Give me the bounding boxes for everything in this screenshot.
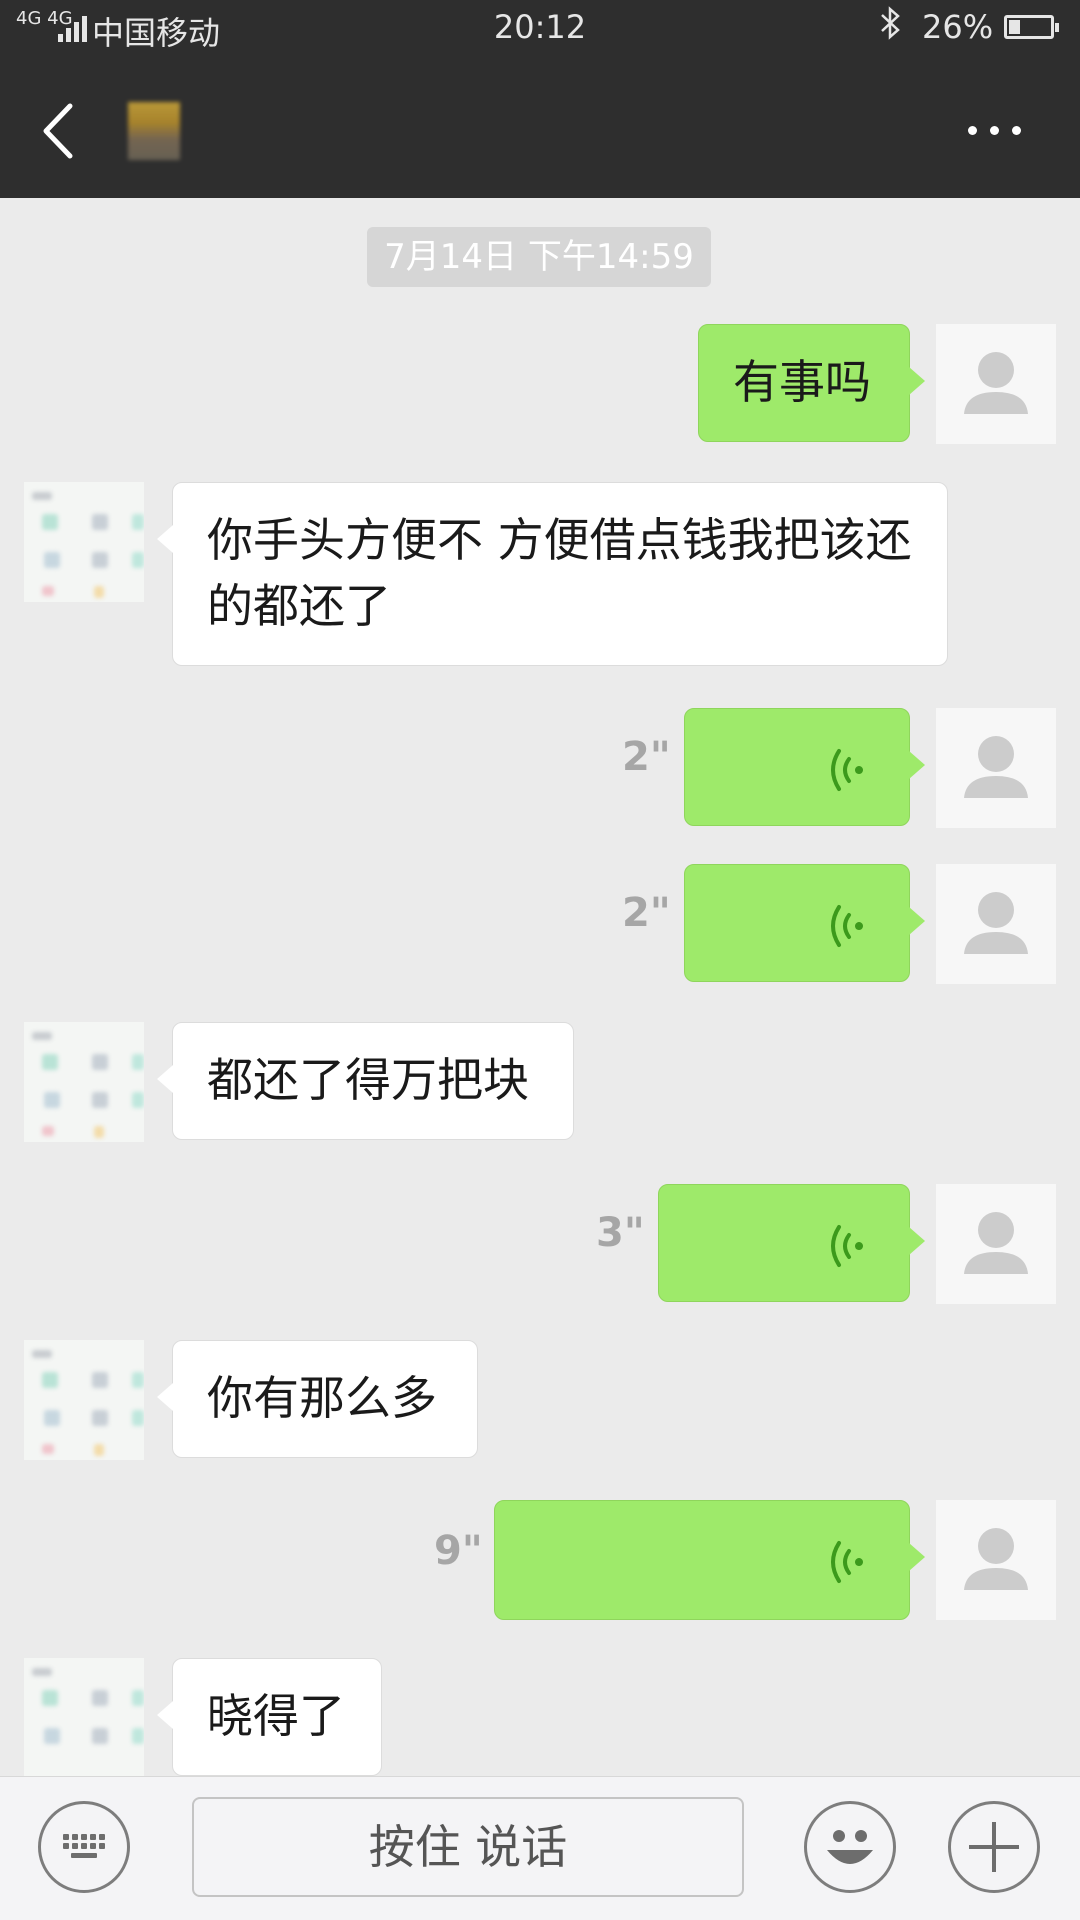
- battery-percent: 26%: [922, 8, 994, 46]
- keyboard-icon: [63, 1834, 105, 1858]
- my-avatar[interactable]: [936, 708, 1056, 828]
- voice-wave-icon: [831, 1541, 863, 1583]
- contact-avatar[interactable]: [128, 102, 180, 160]
- my-avatar[interactable]: [936, 324, 1056, 444]
- message-text: 你有那么多: [207, 1371, 437, 1425]
- my-avatar[interactable]: [936, 1184, 1056, 1304]
- message-timestamp: 7月14日 下午14:59: [367, 227, 711, 287]
- my-voice-message[interactable]: [658, 1184, 925, 1302]
- message-text: 都还了得万把块: [207, 1053, 529, 1107]
- contact-message-avatar[interactable]: [24, 1340, 144, 1460]
- voice-wave-icon: [831, 749, 863, 791]
- more-functions-button[interactable]: [948, 1801, 1040, 1893]
- chat-header: [0, 58, 1080, 198]
- contact-message-bubble[interactable]: 你有那么多: [157, 1340, 478, 1458]
- user-placeholder-icon: [964, 352, 1028, 414]
- more-button[interactable]: [962, 110, 1028, 150]
- contact-message-avatar[interactable]: [24, 1022, 144, 1142]
- message-text: 晓得了: [207, 1689, 345, 1743]
- voice-wave-icon: [831, 905, 863, 947]
- chevron-left-icon: [43, 103, 73, 159]
- message-text: 有事吗: [733, 355, 871, 409]
- message-list[interactable]: 7月14日 下午14:59 有事吗 你手头方便不 方便借点钱我把该还的都还了 2…: [0, 198, 1080, 1776]
- contact-message-avatar[interactable]: [24, 482, 144, 602]
- chat-screen: 4G 4G 中国移动 20:12 26% 7月14日 下午14:59 有事吗 你…: [0, 0, 1080, 1920]
- keyboard-toggle-button[interactable]: [38, 1801, 130, 1893]
- message-text: 你手头方便不 方便借点钱我把该还的都还了: [207, 513, 912, 633]
- contact-message-bubble[interactable]: 你手头方便不 方便借点钱我把该还的都还了: [157, 482, 948, 666]
- user-placeholder-icon: [964, 736, 1028, 798]
- voice-duration: 3": [596, 1210, 645, 1256]
- hold-to-talk-button[interactable]: 按住 说话: [192, 1797, 744, 1897]
- bluetooth-icon: [878, 6, 904, 48]
- emoji-button[interactable]: [804, 1801, 896, 1893]
- status-bar: 4G 4G 中国移动 20:12 26%: [0, 0, 1080, 58]
- status-time: 20:12: [493, 8, 587, 46]
- emoji-icon: [827, 1830, 873, 1864]
- user-placeholder-icon: [964, 892, 1028, 954]
- back-button[interactable]: [30, 96, 90, 166]
- plus-icon: [969, 1822, 1019, 1872]
- my-voice-message[interactable]: [684, 864, 925, 982]
- my-avatar[interactable]: [936, 864, 1056, 984]
- voice-wave-icon: [831, 1225, 863, 1267]
- my-avatar[interactable]: [936, 1500, 1056, 1620]
- my-voice-message[interactable]: [684, 708, 925, 826]
- input-bar: 按住 说话: [0, 1776, 1080, 1920]
- voice-duration: 9": [434, 1528, 483, 1574]
- voice-duration: 2": [622, 890, 671, 936]
- user-placeholder-icon: [964, 1212, 1028, 1274]
- more-dots-icon: [968, 126, 977, 135]
- battery-icon: [1004, 15, 1059, 39]
- user-placeholder-icon: [964, 1528, 1028, 1590]
- contact-message-bubble[interactable]: 都还了得万把块: [157, 1022, 574, 1140]
- my-message-bubble[interactable]: 有事吗: [698, 324, 925, 442]
- my-voice-message[interactable]: [494, 1500, 925, 1620]
- voice-duration: 2": [622, 734, 671, 780]
- contact-message-bubble[interactable]: 晓得了: [157, 1658, 382, 1776]
- contact-message-avatar[interactable]: [24, 1658, 144, 1776]
